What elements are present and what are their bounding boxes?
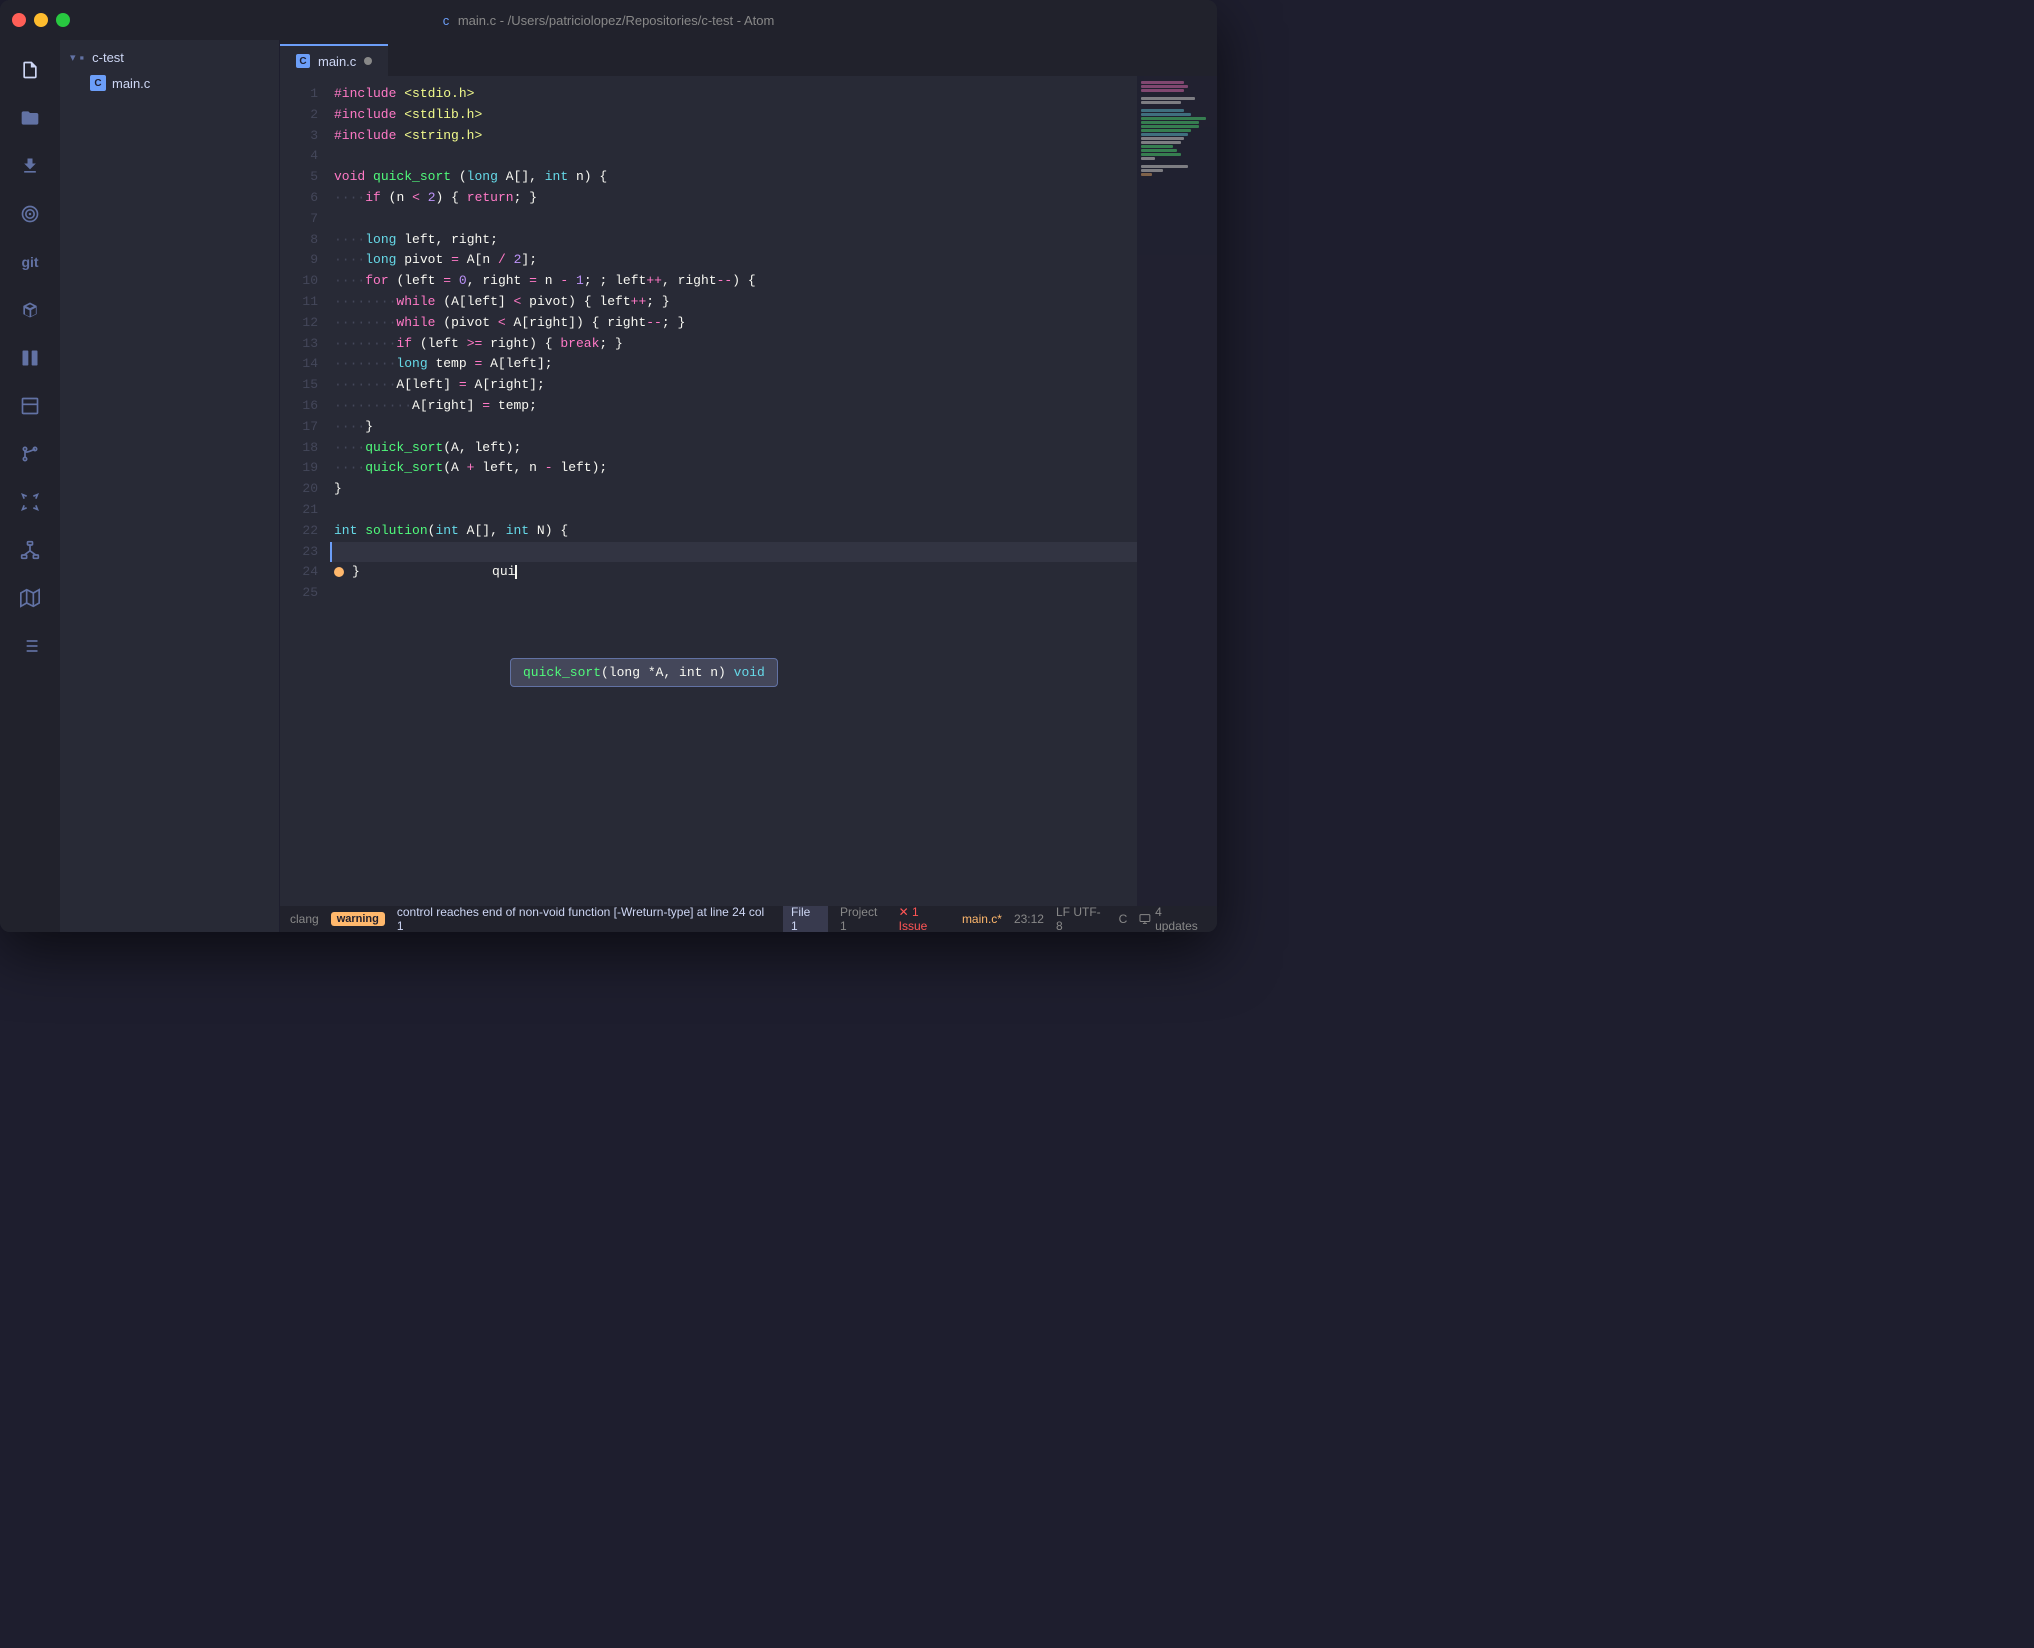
list-icon[interactable]: [10, 626, 50, 666]
pane-icon[interactable]: [10, 386, 50, 426]
minimap-content: [1137, 76, 1217, 185]
code-line-active: qui: [330, 542, 1137, 563]
status-updates: 4 updates: [1139, 905, 1207, 932]
folder-icon: ▪: [80, 50, 85, 65]
c-file-icon: c: [443, 13, 450, 28]
code-line: ········while (A[left] < pivot) { left++…: [330, 292, 1137, 313]
files-icon[interactable]: [10, 50, 50, 90]
tab-c-badge: C: [296, 54, 310, 68]
tab-bar: C main.c: [280, 40, 1217, 76]
tab-modified-dot: [364, 57, 372, 65]
window-controls: [12, 13, 70, 27]
close-button[interactable]: [12, 13, 26, 27]
code-line: ········A[left] = A[right];: [330, 375, 1137, 396]
minimize-button[interactable]: [34, 13, 48, 27]
code-line: ····}: [330, 417, 1137, 438]
tab-main-c[interactable]: C main.c: [280, 44, 388, 76]
code-line: [330, 146, 1137, 167]
status-issue: ✕ 1 Issue: [899, 905, 950, 932]
status-position: 23:12: [1014, 912, 1044, 926]
status-language: C: [1119, 912, 1128, 926]
map-icon[interactable]: [10, 578, 50, 618]
code-line: #include <stdio.h>: [330, 84, 1137, 105]
clang-label: clang: [290, 912, 319, 926]
line-numbers: 12345 678910 1112131415 1617181920 21222…: [280, 76, 330, 906]
c-badge: C: [90, 75, 106, 91]
code-line: ····if (n < 2) { return; }: [330, 188, 1137, 209]
project-name: c-test: [92, 50, 124, 65]
network-icon[interactable]: [10, 530, 50, 570]
autocomplete-popup[interactable]: quick_sort(long *A, int n) void: [510, 658, 778, 687]
status-file: File 1: [783, 903, 828, 932]
code-line: ····long left, right;: [330, 230, 1137, 251]
folder-open-icon[interactable]: [10, 98, 50, 138]
warning-message: control reaches end of non-void function…: [397, 905, 771, 932]
sidebar-file-item[interactable]: C main.c: [60, 71, 279, 95]
code-line: int solution(int A[], int N) {: [330, 521, 1137, 542]
status-encoding: LF UTF-8: [1056, 905, 1107, 932]
status-project: Project 1: [840, 905, 887, 932]
status-filename: main.c*: [962, 912, 1002, 926]
warning-badge: warning: [331, 912, 385, 926]
code-line: ····quick_sort(A + left, n - left);: [330, 458, 1137, 479]
package-icon[interactable]: [10, 290, 50, 330]
git-icon[interactable]: git: [10, 242, 50, 282]
target-icon[interactable]: [10, 194, 50, 234]
main-layout: git: [0, 40, 1217, 932]
columns-icon[interactable]: [10, 338, 50, 378]
branch-icon[interactable]: [10, 434, 50, 474]
titlebar: c main.c - /Users/patriciolopez/Reposito…: [0, 0, 1217, 40]
code-line: [330, 500, 1137, 521]
minimap: [1137, 76, 1217, 906]
warning-dot: [334, 567, 344, 577]
updates-count: 4 updates: [1155, 905, 1207, 932]
sidebar-filename: main.c: [112, 76, 150, 91]
code-line: #include <stdlib.h>: [330, 105, 1137, 126]
status-right: File 1 Project 1 ✕ 1 Issue main.c* 23:12…: [783, 903, 1207, 932]
code-editor[interactable]: 12345 678910 1112131415 1617181920 21222…: [280, 76, 1217, 906]
status-bar: clang warning control reaches end of non…: [280, 906, 1217, 932]
editor-area: C main.c 12345 678910 1112131415 1617181…: [280, 40, 1217, 932]
autocomplete-params: (long *A, int n): [601, 665, 726, 680]
updates-icon: [1139, 913, 1151, 925]
code-line: ····long pivot = A[n / 2];: [330, 250, 1137, 271]
download-icon[interactable]: [10, 146, 50, 186]
code-content[interactable]: #include <stdio.h> #include <stdlib.h> #…: [330, 76, 1137, 906]
project-folder[interactable]: ▾ ▪ c-test: [60, 44, 279, 71]
code-line: ····for (left = 0, right = n - 1; ; left…: [330, 271, 1137, 292]
code-line: #include <string.h>: [330, 126, 1137, 147]
code-line: [330, 209, 1137, 230]
code-line: ··········A[right] = temp;: [330, 396, 1137, 417]
code-line: }: [330, 562, 1137, 583]
code-line: ····quick_sort(A, left);: [330, 438, 1137, 459]
maximize-button[interactable]: [56, 13, 70, 27]
autocomplete-return-type: void: [734, 665, 765, 680]
code-line: ········long temp = A[left];: [330, 354, 1137, 375]
code-line: [330, 583, 1137, 604]
code-line: }: [330, 479, 1137, 500]
sidebar: ▾ ▪ c-test C main.c: [60, 40, 280, 932]
tab-label: main.c: [318, 54, 356, 69]
code-line: void quick_sort (long A[], int n) {: [330, 167, 1137, 188]
activity-bar: git: [0, 40, 60, 932]
window: c main.c - /Users/patriciolopez/Reposito…: [0, 0, 1217, 932]
arrow-icon: ▾: [70, 51, 76, 64]
titlebar-title: c main.c - /Users/patriciolopez/Reposito…: [443, 13, 775, 28]
autocomplete-function: quick_sort: [523, 665, 601, 680]
code-line: ········if (left >= right) { break; }: [330, 334, 1137, 355]
code-line: ········while (pivot < A[right]) { right…: [330, 313, 1137, 334]
expand-icon[interactable]: [10, 482, 50, 522]
